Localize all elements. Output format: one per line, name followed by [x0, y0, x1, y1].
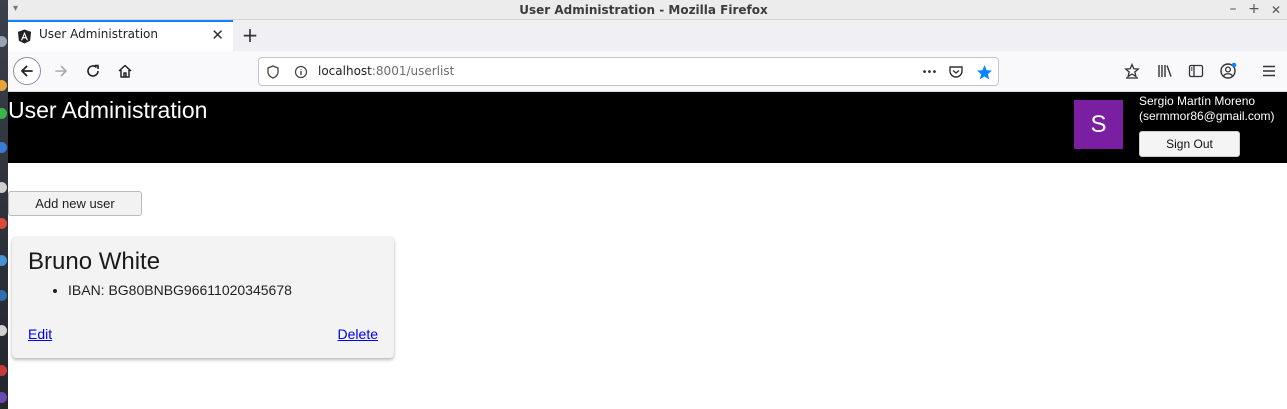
- tab-user-administration[interactable]: User Administration ✕: [8, 20, 233, 51]
- sign-out-button[interactable]: Sign Out: [1139, 131, 1240, 157]
- sidebar-icon[interactable]: [1182, 57, 1210, 85]
- bookmark-star-icon[interactable]: [975, 63, 993, 81]
- home-button[interactable]: [111, 57, 139, 85]
- close-window-button[interactable]: ✕: [1269, 3, 1283, 17]
- bookmarks-toolbar-star-icon[interactable]: [1118, 57, 1146, 85]
- tab-title: User Administration: [39, 27, 158, 41]
- angular-favicon-icon: [17, 29, 32, 44]
- edit-user-link[interactable]: Edit: [28, 326, 52, 342]
- app-title: User Administration: [8, 97, 208, 123]
- user-email: (sermmor86@gmail.com): [1139, 109, 1275, 123]
- hamburger-menu-icon[interactable]: [1255, 57, 1283, 85]
- account-icon[interactable]: [1214, 57, 1242, 85]
- navigation-toolbar: localhost:8001/userlist •••: [0, 51, 1287, 92]
- forward-button[interactable]: [47, 57, 75, 85]
- reload-icon: [87, 64, 99, 77]
- url-path: :8001/userlist: [371, 64, 455, 78]
- user-card-iban: IBAN: BG80BNBG96611020345678: [68, 282, 292, 298]
- home-icon: [118, 64, 132, 78]
- window-titlebar: ▾ User Administration - Mozilla Firefox …: [0, 0, 1287, 20]
- tab-strip: User Administration ✕ +: [0, 20, 1287, 51]
- minimize-button[interactable]: –: [1226, 1, 1240, 17]
- maximize-button[interactable]: +: [1247, 1, 1261, 17]
- url-host: localhost: [318, 64, 372, 78]
- arrow-right-icon: [55, 65, 67, 77]
- desktop-dock-strip: [0, 0, 8, 409]
- window-title: User Administration - Mozilla Firefox: [519, 3, 768, 17]
- page-actions-icon[interactable]: •••: [918, 63, 940, 81]
- back-button[interactable]: [13, 57, 41, 85]
- reload-button[interactable]: [79, 57, 107, 85]
- site-info-icon[interactable]: [292, 63, 310, 81]
- new-tab-button[interactable]: +: [240, 23, 260, 47]
- app-header: User Administration S Sergio Martín More…: [0, 92, 1287, 163]
- arrow-left-icon: [21, 65, 33, 77]
- user-name: Sergio Martín Moreno: [1139, 94, 1256, 108]
- user-card: Bruno White IBAN: BG80BNBG96611020345678…: [12, 237, 394, 358]
- pocket-icon[interactable]: [947, 63, 965, 81]
- delete-user-link[interactable]: Delete: [338, 326, 378, 342]
- library-icon[interactable]: [1151, 57, 1179, 85]
- avatar: S: [1074, 100, 1123, 149]
- user-card-details: IBAN: BG80BNBG96611020345678: [68, 282, 292, 298]
- user-card-name: Bruno White: [28, 248, 161, 275]
- url-bar[interactable]: localhost:8001/userlist •••: [258, 57, 999, 86]
- tab-close-icon[interactable]: ✕: [211, 26, 224, 44]
- add-new-user-button[interactable]: Add new user: [8, 191, 142, 216]
- url-text[interactable]: localhost:8001/userlist: [318, 64, 454, 78]
- tracking-shield-icon[interactable]: [264, 63, 282, 81]
